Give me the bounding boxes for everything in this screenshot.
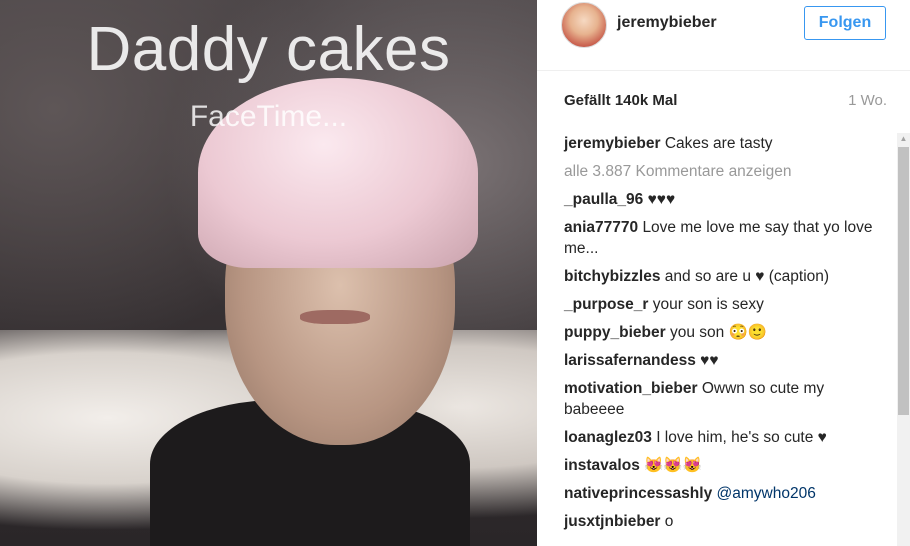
comment-username[interactable]: jeremybieber <box>564 135 661 152</box>
comment-list: jeremybieber Cakes are tasty alle 3.887 … <box>564 133 884 539</box>
comment-text: o <box>664 513 674 530</box>
caption-comment: jeremybieber Cakes are tasty <box>564 133 884 154</box>
photo-caption-title: Daddy cakes <box>86 15 451 84</box>
comment-text: ♥♥ <box>700 352 719 369</box>
comment-username[interactable]: puppy_bieber <box>564 324 666 341</box>
comment-username[interactable]: ania77770 <box>564 219 638 236</box>
scroll-up-arrow-icon[interactable]: ▲ <box>897 133 910 145</box>
comment-text: you son 😳🙂 <box>669 324 768 341</box>
comment-username[interactable]: loanaglez03 <box>564 429 652 446</box>
list-item: bitchybizzles and so are u ♥ (caption) <box>564 266 884 287</box>
comment-username[interactable]: _paulla_96 <box>564 191 643 208</box>
list-item: nativeprincessashly @amywho206 <box>564 483 884 504</box>
list-item: jusxtjnbieber o <box>564 511 884 532</box>
list-item: loanaglez03 I love him, he's so cute ♥ <box>564 427 884 448</box>
comment-text: ♥♥♥ <box>647 191 676 208</box>
comment-text: I love him, he's so cute ♥ <box>656 429 827 446</box>
comment-username[interactable]: bitchybizzles <box>564 268 660 285</box>
list-item: puppy_bieber you son 😳🙂 <box>564 322 884 343</box>
mouth <box>300 310 370 324</box>
list-item: instavalos 😻😻😻 <box>564 455 884 476</box>
comment-username[interactable]: larissafernandess <box>564 352 696 369</box>
likes-count[interactable]: Gefällt 140k Mal <box>564 92 677 109</box>
list-item: _paulla_96 ♥♥♥ <box>564 189 884 210</box>
comment-text: your son is sexy <box>652 296 764 313</box>
list-item: ania77770 Love me love me say that yo lo… <box>564 217 884 259</box>
avatar[interactable] <box>561 2 607 48</box>
post-time[interactable]: 1 Wo. <box>848 92 887 109</box>
comment-username[interactable]: instavalos <box>564 457 640 474</box>
header-username[interactable]: jeremybieber <box>617 14 717 32</box>
scrollbar-thumb[interactable] <box>898 147 909 415</box>
post-photo[interactable]: Daddy cakes FaceTime... <box>0 0 537 546</box>
follow-button[interactable]: Folgen <box>804 6 886 40</box>
comment-username[interactable]: motivation_bieber <box>564 380 698 397</box>
post-sidebar: jeremybieber Folgen Gefällt 140k Mal 1 W… <box>537 0 910 546</box>
comment-username[interactable]: nativeprincessashly <box>564 485 712 502</box>
comment-text: and so are u ♥ (caption) <box>664 268 830 285</box>
mention-link[interactable]: @amywho206 <box>717 485 816 502</box>
list-item: motivation_bieber Owwn so cute my babeee… <box>564 378 884 420</box>
photo-caption-subtitle: FaceTime... <box>189 100 348 133</box>
load-more-comments-link[interactable]: alle 3.887 Kommentare anzeigen <box>564 161 884 182</box>
post-header: jeremybieber Folgen <box>537 0 910 71</box>
list-item: _purpose_r your son is sexy <box>564 294 884 315</box>
comment-username[interactable]: jusxtjnbieber <box>564 513 660 530</box>
comment-text: 😻😻😻 <box>644 457 703 474</box>
list-item: larissafernandess ♥♥ <box>564 350 884 371</box>
comment-text: Cakes are tasty <box>664 135 773 152</box>
comment-username[interactable]: _purpose_r <box>564 296 648 313</box>
